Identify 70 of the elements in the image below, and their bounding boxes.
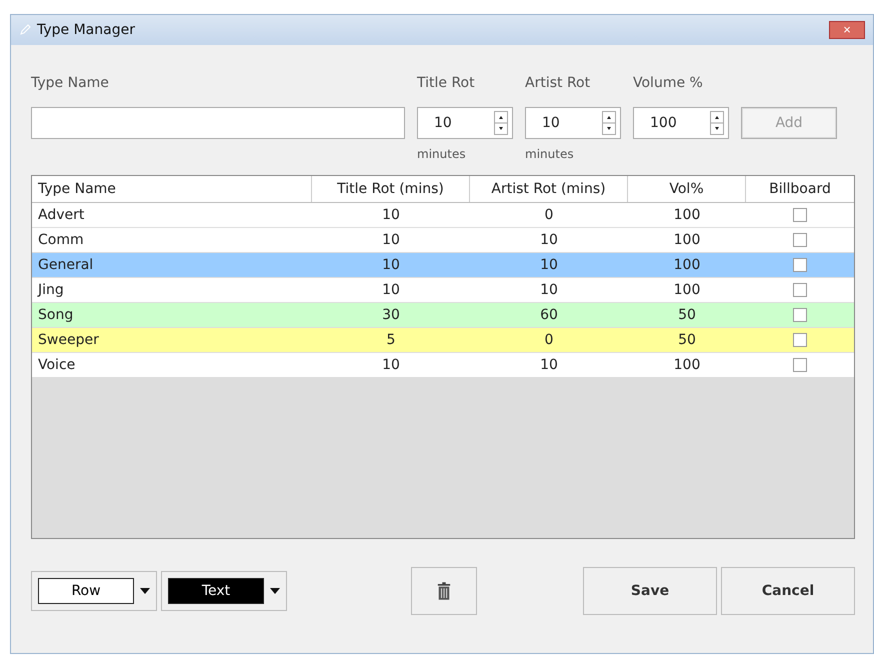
column-header[interactable]: Billboard: [746, 176, 854, 202]
number-spinner[interactable]: 100: [633, 107, 729, 139]
color-picker[interactable]: Row: [31, 571, 157, 611]
table-cell-text: Sweeper: [37, 332, 100, 348]
table-cell-text: 50: [677, 332, 697, 348]
billboard-checkbox[interactable]: [793, 258, 807, 272]
table-row[interactable]: General 10 10 100: [32, 253, 854, 278]
spinner-label: Volume %: [633, 75, 704, 93]
table-cell-text: 100: [672, 357, 702, 373]
column-header[interactable]: Title Rot (mins): [312, 176, 470, 202]
table-row[interactable]: Voice 10 10 100: [32, 353, 854, 378]
billboard-checkbox[interactable]: [793, 308, 807, 322]
spin-arrows-icon[interactable]: [602, 111, 616, 135]
table-cell-text: 10: [381, 257, 401, 273]
table-cell-text: 100: [672, 232, 702, 248]
table-cell-text: 10: [539, 257, 559, 273]
table-cell-text: 10: [381, 282, 401, 298]
table-cell-text: 5: [386, 332, 396, 348]
table-cell-text: 0: [544, 207, 554, 223]
table-cell-text: 50: [677, 307, 697, 323]
table-row[interactable]: Advert 10 0 100: [32, 203, 854, 228]
spin-arrows-icon[interactable]: [710, 111, 724, 135]
billboard-checkbox[interactable]: [793, 283, 807, 297]
billboard-checkbox[interactable]: [793, 333, 807, 347]
table-cell-text: Advert: [37, 207, 86, 223]
billboard-checkbox[interactable]: [793, 208, 807, 222]
table-cell-text: 10: [381, 232, 401, 248]
table-cell-text: 10: [539, 282, 559, 298]
spin-arrows-icon[interactable]: [494, 111, 508, 135]
table-cell-text: 60: [539, 307, 559, 323]
dialog-button[interactable]: Cancel: [721, 567, 855, 615]
table-cell-text: Comm: [37, 232, 85, 248]
table-cell-text: 100: [672, 282, 702, 298]
column-header[interactable]: Vol%: [628, 176, 746, 202]
table-cell-text: 100: [672, 207, 702, 223]
dropdown-icon[interactable]: [270, 588, 280, 594]
column-header[interactable]: Type Name: [32, 176, 312, 202]
table-row[interactable]: Song 30 60 50: [32, 303, 854, 328]
table-cell-text: Jing: [36, 282, 65, 298]
dialog-button[interactable]: Save: [583, 567, 717, 615]
table-cell-text: 10: [381, 357, 401, 373]
table-cell-text: Voice: [37, 357, 76, 373]
pencil-icon: [19, 24, 31, 36]
color-picker[interactable]: Text: [161, 571, 287, 611]
number-spinner[interactable]: 10: [525, 107, 621, 139]
delete-button[interactable]: [411, 567, 477, 615]
table-cell-text: 10: [539, 357, 559, 373]
table-cell-text: 10: [539, 232, 559, 248]
unit-label: minutes: [525, 147, 575, 161]
table-row[interactable]: Sweeper 5 0 50: [32, 328, 854, 353]
table-cell-text: 10: [381, 207, 401, 223]
table-cell-text: Song: [37, 307, 74, 323]
billboard-checkbox[interactable]: [793, 358, 807, 372]
spinner-label: Title Rot: [417, 75, 476, 93]
trash-icon[interactable]: [437, 581, 451, 601]
dropdown-icon[interactable]: [140, 588, 150, 594]
number-spinner[interactable]: 10: [417, 107, 513, 139]
table-cell-text: General: [37, 257, 94, 273]
table-cell-text: 0: [544, 332, 554, 348]
window-title: Type Manager: [37, 22, 135, 38]
table-row[interactable]: Jing 10 10 100: [32, 278, 854, 303]
table-row[interactable]: Comm 10 10 100: [32, 228, 854, 253]
type-name-label: Type Name: [31, 75, 110, 93]
type-name-field[interactable]: [31, 107, 405, 139]
column-header[interactable]: Artist Rot (mins): [470, 176, 628, 202]
billboard-checkbox[interactable]: [793, 233, 807, 247]
unit-label: minutes: [417, 147, 467, 161]
table-cell-text: 30: [381, 307, 401, 323]
table-cell-text: 100: [672, 257, 702, 273]
spinner-label: Artist Rot: [525, 75, 592, 93]
